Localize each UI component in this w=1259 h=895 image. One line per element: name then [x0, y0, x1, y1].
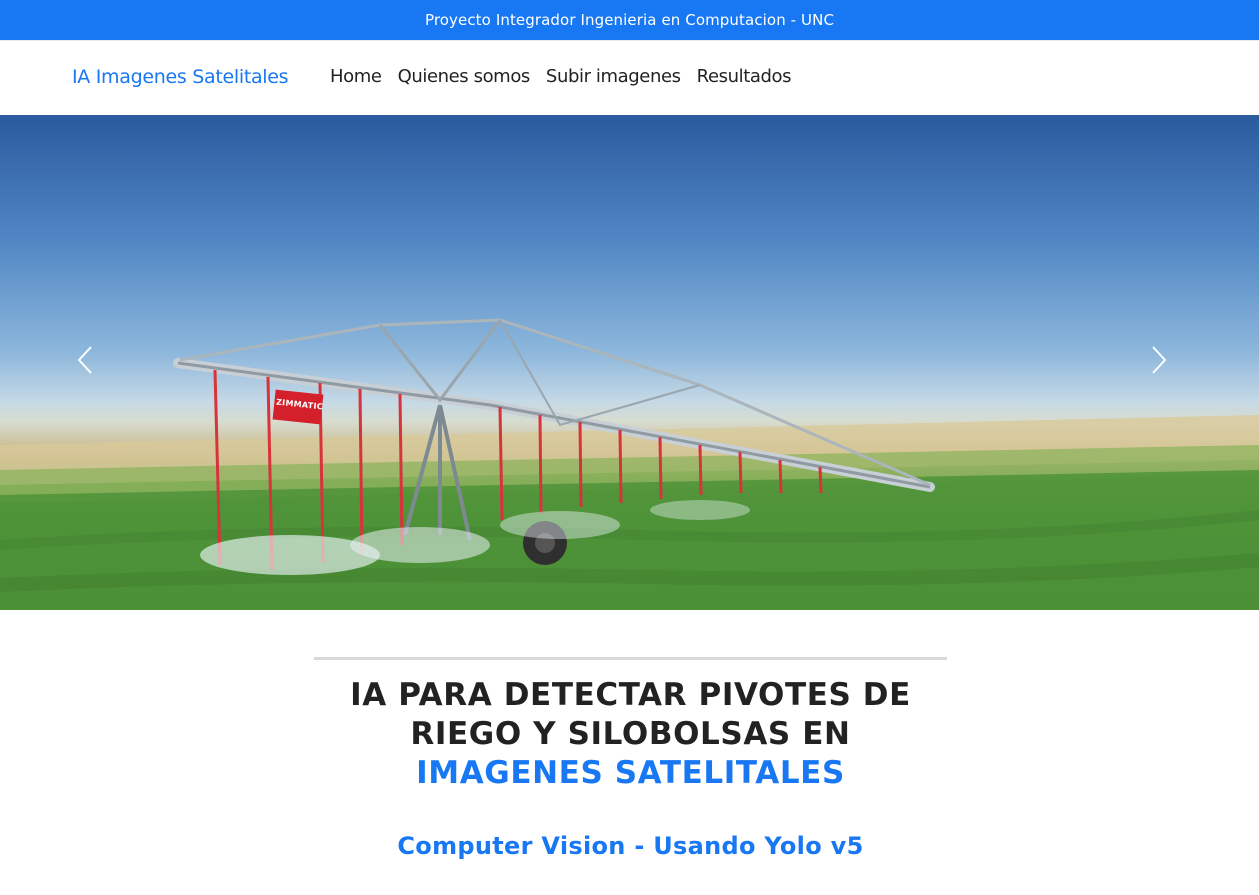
chevron-left-icon [77, 346, 92, 374]
irrigation-pivot-image [0, 318, 1259, 610]
chevron-right-icon [1152, 346, 1167, 374]
hero-carousel: ZIMMATIC [0, 115, 1259, 610]
page-headline: IA PARA DETECTAR PIVOTES DE RIEGO Y SILO… [314, 676, 947, 793]
top-announcement-bar: Proyecto Integrador Ingenieria en Comput… [0, 0, 1259, 40]
nav-link-quienes-somos[interactable]: Quienes somos [398, 66, 531, 87]
carousel-prev-button[interactable] [76, 345, 110, 379]
headline-accent: IMAGENES SATELITALES [416, 755, 845, 791]
nav-link-subir-imagenes[interactable]: Subir imagenes [546, 66, 681, 87]
carousel-next-button[interactable] [1150, 345, 1184, 379]
page-subheadline: Computer Vision - Usando Yolo v5 [397, 832, 864, 860]
nav-link-resultados[interactable]: Resultados [697, 66, 792, 87]
section-divider [314, 657, 947, 660]
nav-links: Home Quienes somos Subir imagenes Result… [330, 66, 807, 87]
main-navbar: IA Imagenes Satelitales Home Quienes som… [0, 40, 1259, 115]
brand-link[interactable]: IA Imagenes Satelitales [72, 66, 289, 88]
headline-text: IA PARA DETECTAR PIVOTES DE RIEGO Y SILO… [350, 677, 911, 752]
topbar-text: Proyecto Integrador Ingenieria en Comput… [424, 11, 835, 29]
nav-link-home[interactable]: Home [330, 66, 382, 87]
